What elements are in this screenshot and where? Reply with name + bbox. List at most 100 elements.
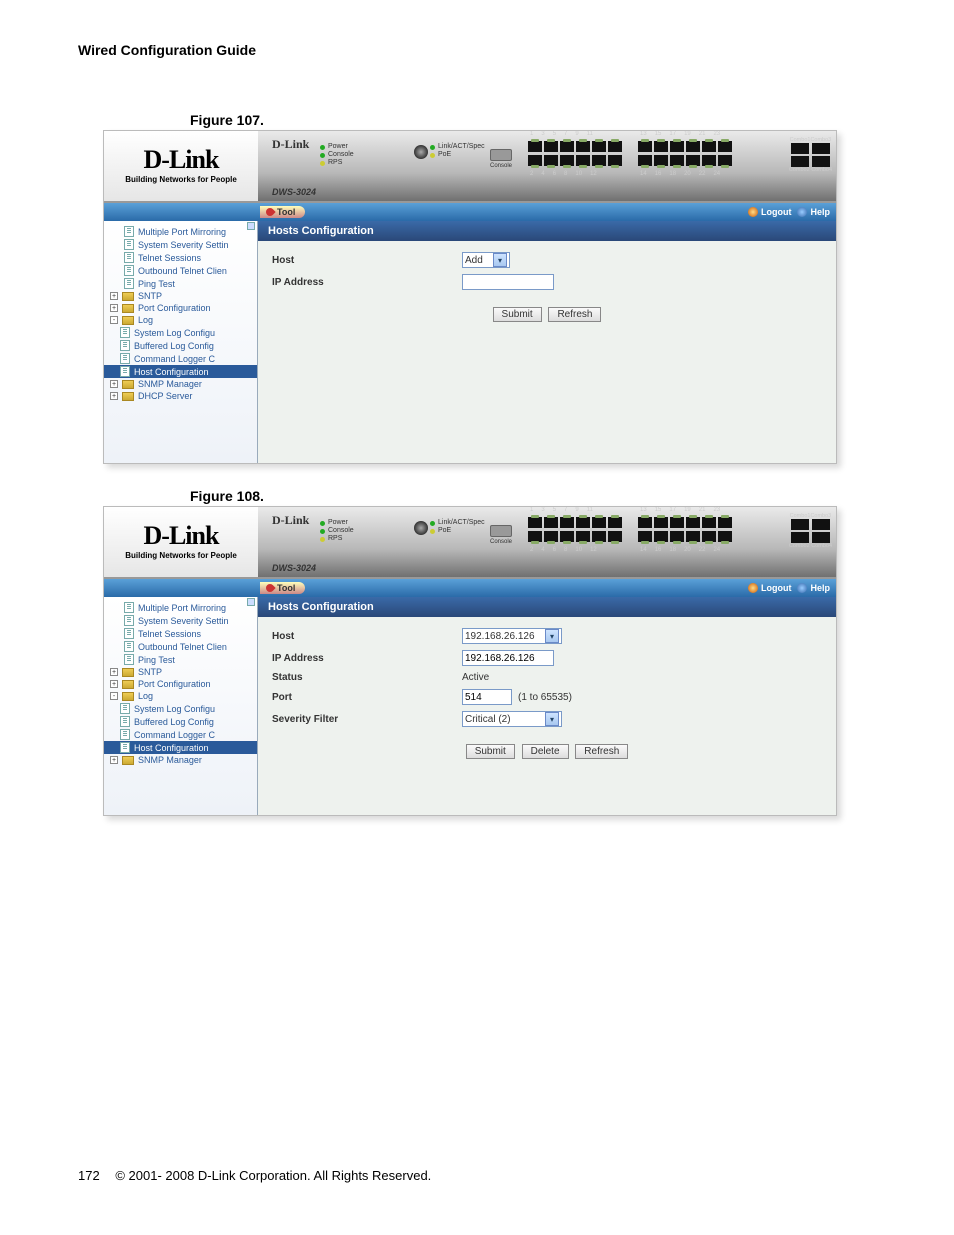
logout-button[interactable]: Logout bbox=[748, 583, 792, 593]
refresh-button[interactable]: Refresh bbox=[548, 307, 601, 322]
nav-item[interactable]: Outbound Telnet Clien bbox=[104, 640, 257, 653]
logout-button[interactable]: Logout bbox=[748, 207, 792, 217]
document-icon bbox=[124, 641, 134, 652]
copyright: © 2001- 2008 D-Link Corporation. All Rig… bbox=[115, 1168, 431, 1183]
submit-button[interactable]: Submit bbox=[493, 307, 542, 322]
nav-item[interactable]: Multiple Port Mirroring bbox=[104, 225, 257, 238]
console-led-label: Console bbox=[328, 151, 354, 159]
console-led-icon bbox=[320, 529, 325, 534]
link-led-icon bbox=[430, 521, 435, 526]
status-label: Status bbox=[272, 672, 462, 683]
nav-item-label: SNTP bbox=[138, 667, 162, 677]
nav-item[interactable]: Telnet Sessions bbox=[104, 627, 257, 640]
nav-tree[interactable]: Multiple Port Mirroring System Severity S… bbox=[104, 597, 258, 815]
nav-item[interactable]: Ping Test bbox=[104, 653, 257, 666]
tool-button[interactable]: Tool bbox=[260, 206, 305, 218]
document-icon bbox=[124, 602, 134, 613]
device-graphic: D-Link DWS-3024 Power Console RPS Link/A… bbox=[258, 507, 836, 577]
nav-item[interactable]: Ping Test bbox=[104, 277, 257, 290]
nav-item-label: SNMP Manager bbox=[138, 755, 202, 765]
nav-item-label: Telnet Sessions bbox=[138, 629, 201, 639]
nav-item-label: Multiple Port Mirroring bbox=[138, 603, 226, 613]
nav-item[interactable]: Multiple Port Mirroring bbox=[104, 601, 257, 614]
nav-item[interactable]: Outbound Telnet Clien bbox=[104, 264, 257, 277]
tool-button[interactable]: Tool bbox=[260, 582, 305, 594]
expand-icon[interactable]: + bbox=[110, 304, 118, 312]
nav-item[interactable]: - Log bbox=[104, 690, 257, 702]
nav-item[interactable]: - Log bbox=[104, 314, 257, 326]
nav-item-label: Buffered Log Config bbox=[134, 717, 214, 727]
model-label: DWS-3024 bbox=[272, 563, 316, 573]
document-icon bbox=[120, 716, 130, 727]
collapse-icon[interactable]: - bbox=[110, 692, 118, 700]
help-icon bbox=[797, 207, 807, 217]
port-input[interactable] bbox=[462, 689, 512, 705]
severity-select[interactable]: Critical (2) ▾ bbox=[462, 711, 562, 727]
ip-input[interactable] bbox=[462, 274, 554, 290]
submit-button[interactable]: Submit bbox=[466, 744, 515, 759]
port-block-2 bbox=[638, 141, 732, 152]
document-icon bbox=[124, 252, 134, 263]
nav-item[interactable]: Buffered Log Config bbox=[104, 339, 257, 352]
fan-icon bbox=[414, 145, 428, 159]
nav-item-label: Port Configuration bbox=[138, 303, 211, 313]
port-block-2b bbox=[638, 531, 732, 542]
nav-tree[interactable]: Multiple Port MirroringSystem Severity S… bbox=[104, 221, 258, 463]
nav-item[interactable]: Host Configuration bbox=[104, 365, 257, 378]
document-icon bbox=[124, 265, 134, 276]
folder-icon bbox=[122, 292, 134, 301]
scroll-up-icon[interactable] bbox=[247, 598, 255, 606]
nav-item-label: System Severity Settin bbox=[138, 616, 229, 626]
severity-label: Severity Filter bbox=[272, 714, 462, 725]
expand-icon[interactable]: + bbox=[110, 668, 118, 676]
port-mode-leds: Link/ACT/Spec PoE bbox=[430, 519, 485, 535]
nav-item[interactable]: + SNTP bbox=[104, 666, 257, 678]
document-icon bbox=[124, 628, 134, 639]
nav-item[interactable]: +Port Configuration bbox=[104, 678, 257, 690]
nav-item[interactable]: +SNMP Manager bbox=[104, 378, 257, 390]
nav-item[interactable]: + SNMP Manager bbox=[104, 754, 257, 766]
logo-text: D-Link bbox=[104, 521, 258, 551]
page-number: 172 bbox=[78, 1168, 100, 1183]
nav-item[interactable]: System Severity Settin bbox=[104, 238, 257, 251]
nav-item[interactable]: + Port Configuration bbox=[104, 302, 257, 314]
delete-button[interactable]: Delete bbox=[522, 744, 569, 759]
nav-item[interactable]: +DHCP Server bbox=[104, 390, 257, 402]
expand-icon[interactable]: + bbox=[110, 680, 118, 688]
nav-item[interactable]: Command Logger C bbox=[104, 728, 257, 741]
document-icon bbox=[120, 353, 130, 364]
power-led-label: Power bbox=[328, 519, 348, 527]
logo-text: D-Link bbox=[104, 145, 258, 175]
expand-icon[interactable]: + bbox=[110, 392, 118, 400]
device-banner: D-Link Building Networks for People D-Li… bbox=[104, 507, 836, 579]
refresh-button[interactable]: Refresh bbox=[575, 744, 628, 759]
nav-item[interactable]: System Log Configu bbox=[104, 702, 257, 715]
help-button[interactable]: Help bbox=[797, 583, 830, 593]
expand-icon[interactable]: + bbox=[110, 380, 118, 388]
logout-icon bbox=[748, 207, 758, 217]
combo-ports-area: Combo1Combo3 Combo2 Combo4 bbox=[789, 513, 832, 549]
chevron-down-icon: ▾ bbox=[545, 629, 559, 643]
nav-item[interactable]: Command Logger C bbox=[104, 352, 257, 365]
nav-item[interactable]: System Severity Settin bbox=[104, 614, 257, 627]
ip-input[interactable] bbox=[462, 650, 554, 666]
document-icon bbox=[124, 226, 134, 237]
scroll-up-icon[interactable] bbox=[247, 222, 255, 230]
host-select[interactable]: Add ▾ bbox=[462, 252, 510, 268]
content-panel: Hosts Configuration Host 192.168.26.126 … bbox=[258, 597, 836, 815]
help-button[interactable]: Help bbox=[797, 207, 830, 217]
expand-icon[interactable]: + bbox=[110, 292, 118, 300]
nav-item[interactable]: Buffered Log Config bbox=[104, 715, 257, 728]
nav-item-label: Log bbox=[138, 691, 153, 701]
logo-tagline: Building Networks for People bbox=[104, 551, 258, 560]
rps-led-label: RPS bbox=[328, 535, 342, 543]
nav-item[interactable]: Telnet Sessions bbox=[104, 251, 257, 264]
nav-item[interactable]: Host Configuration bbox=[104, 741, 257, 754]
host-select[interactable]: 192.168.26.126 ▾ bbox=[462, 628, 562, 644]
nav-item[interactable]: +SNTP bbox=[104, 290, 257, 302]
nav-item-label: Log bbox=[138, 315, 153, 325]
nav-item[interactable]: System Log Configu bbox=[104, 326, 257, 339]
expand-icon[interactable]: + bbox=[110, 756, 118, 764]
collapse-icon[interactable]: - bbox=[110, 316, 118, 324]
console-led-label: Console bbox=[328, 527, 354, 535]
